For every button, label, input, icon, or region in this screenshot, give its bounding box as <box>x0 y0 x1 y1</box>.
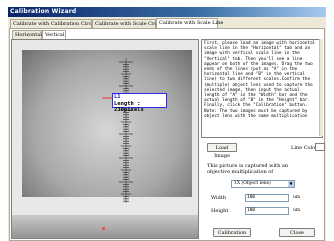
tab-page-scale-line: Horizontal Vertical L1 Length : 230pixel… <box>9 28 325 241</box>
objective-select-value: 1X (Object lens) <box>234 181 271 186</box>
secondary-image-strip <box>12 215 198 238</box>
instructions-text: First, please load an image with horizon… <box>201 39 323 138</box>
instructions-scrollbar[interactable] <box>319 39 323 136</box>
width-label: Width <box>211 195 227 201</box>
height-label: Height <box>211 208 229 214</box>
width-unit: um <box>293 195 301 200</box>
measurement-length: Length : 230pixels <box>114 100 144 114</box>
tab-calibration-circles[interactable]: Calibrate with Calibration Circles <box>10 19 99 28</box>
tab-scale-line[interactable]: Calibrate with Scale Line <box>156 18 223 28</box>
height-input[interactable]: 100 <box>245 207 289 215</box>
measure-endpoint-marker[interactable] <box>102 227 105 230</box>
image-preview-panel[interactable]: L1 Length : 230pixels <box>11 39 199 239</box>
controls-panel: First, please load an image with horizon… <box>201 39 325 239</box>
title-bar[interactable]: Calibration Wizard <box>8 7 326 17</box>
vertical-scale-ruler <box>119 58 133 203</box>
tab-vertical[interactable]: Vertical <box>42 30 66 39</box>
load-image-button[interactable]: Load Image <box>207 143 237 159</box>
objective-select[interactable]: 1X (Object lens) ▼ <box>231 180 295 188</box>
dialog-body: Calibrate with Calibration Circles Calib… <box>8 17 326 241</box>
calibration-wizard-window: Calibration Wizard Calibrate with Calibr… <box>0 0 334 241</box>
width-input[interactable]: 100 <box>245 194 289 202</box>
microscope-image[interactable]: L1 Length : 230pixels <box>22 50 192 203</box>
line-color-label: Line Color <box>291 145 318 151</box>
height-unit: um <box>293 208 301 213</box>
line-color-swatch[interactable] <box>315 143 325 151</box>
window-title: Calibration Wizard <box>10 8 77 15</box>
chevron-down-icon[interactable]: ▼ <box>288 181 294 187</box>
calibration-button[interactable]: Calibration <box>213 228 251 237</box>
close-button[interactable]: Close <box>279 228 315 237</box>
measurement-label: L1 Length : 230pixels <box>112 93 167 113</box>
tab-horizontal[interactable]: Horizontal <box>12 30 42 39</box>
tab-scale-cross[interactable]: Calibrate with Scale Cross <box>92 19 163 28</box>
objective-caption: This picture is captured with an objecti… <box>207 163 289 175</box>
